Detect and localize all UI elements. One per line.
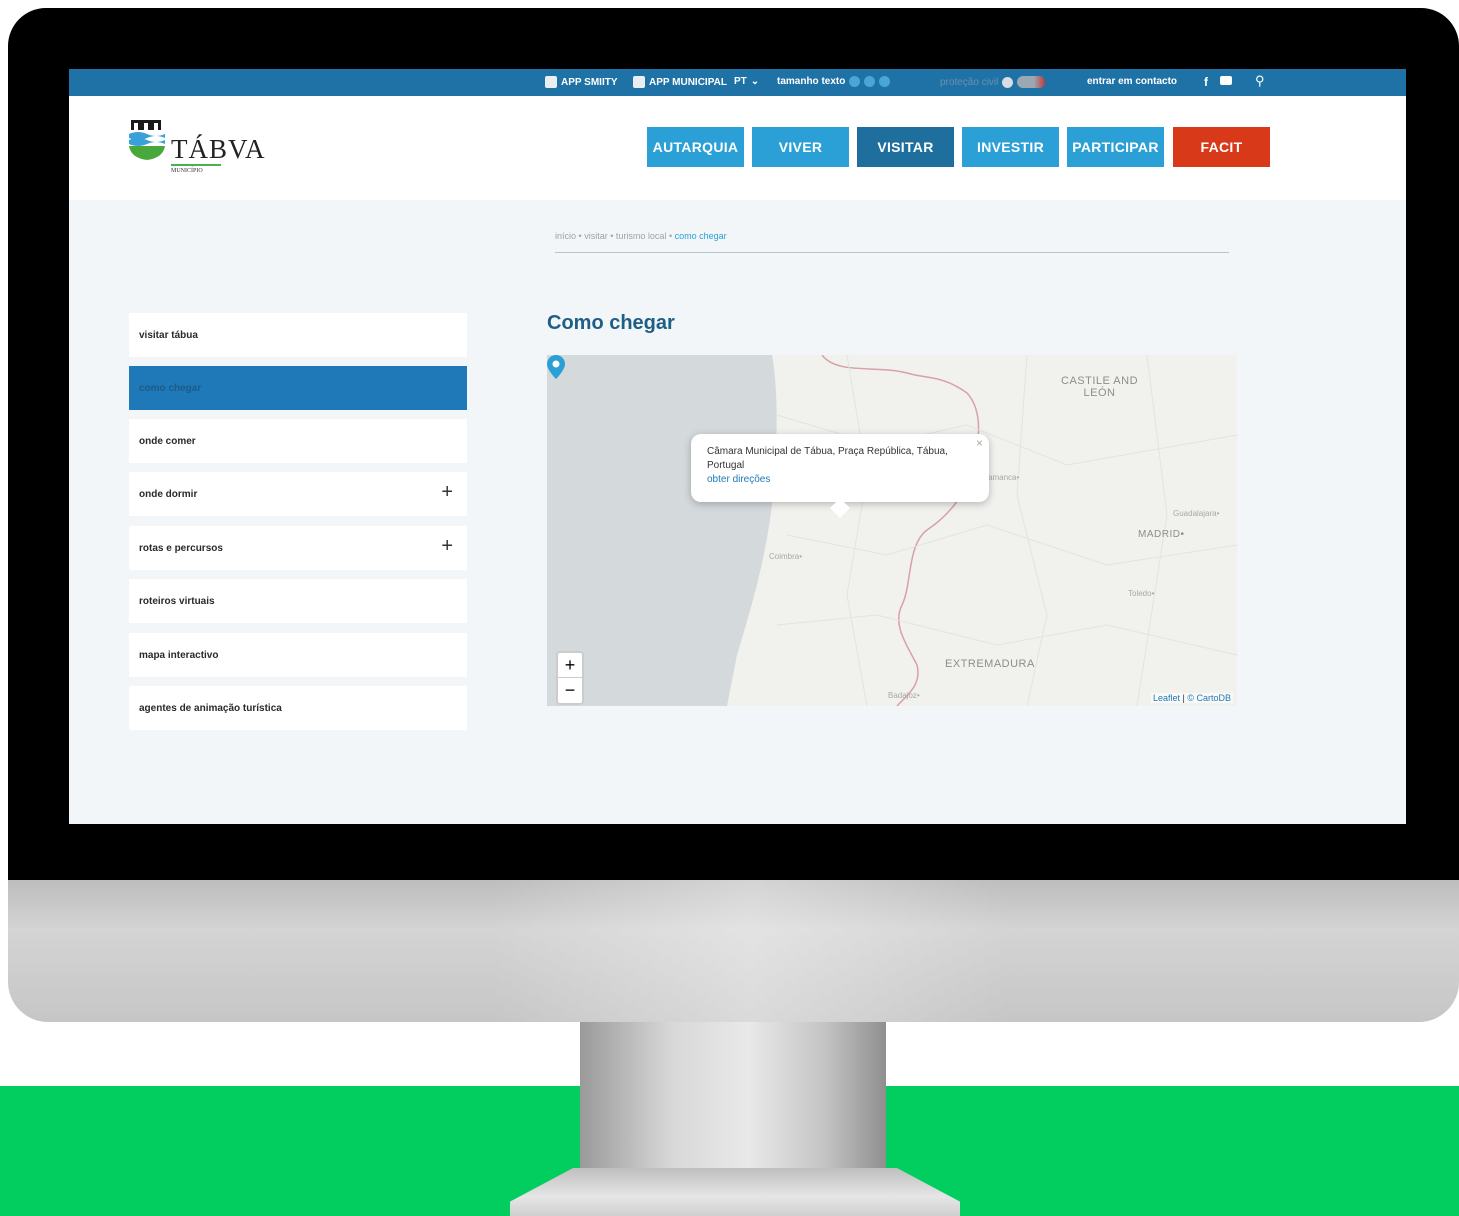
- chevron-down-icon: ⌄: [750, 76, 760, 87]
- directions-link[interactable]: obter direções: [707, 474, 770, 485]
- sidebar-item-roteiros-virtuais[interactable]: roteiros virtuais: [129, 579, 467, 623]
- sidebar-item-onde-dormir[interactable]: onde dormir +: [129, 472, 467, 516]
- text-size-control: tamanho texto: [777, 76, 891, 87]
- youtube-icon[interactable]: [1220, 76, 1232, 85]
- search-icon[interactable]: ⚲: [1255, 73, 1265, 89]
- sidebar-item-rotas-percursos[interactable]: rotas e percursos +: [129, 526, 467, 570]
- map-label-guadalajara: Guadalajara•: [1173, 509, 1220, 518]
- alert-icon: [1002, 76, 1014, 88]
- logo-divider: [171, 164, 221, 166]
- nav-participar[interactable]: PARTICIPAR: [1067, 127, 1164, 167]
- breadcrumb-divider: [555, 252, 1229, 253]
- breadcrumb: início • visitar • turismo local • como …: [555, 231, 727, 241]
- app-smiity-link[interactable]: APP SMIITY: [545, 76, 618, 88]
- app-municipal-link[interactable]: APP MUNICIPAL: [633, 76, 727, 88]
- map-label-extremadura: EXTREMADURA: [945, 658, 1035, 670]
- app-smiity-label: APP SMIITY: [561, 76, 618, 88]
- municipality-logo[interactable]: TÁBVA MUNICÍPIO: [129, 120, 265, 180]
- sidebar-item-visitar-tabua[interactable]: visitar tábua: [129, 313, 467, 357]
- monitor-stand-base: [510, 1168, 960, 1216]
- app-icon: [545, 76, 557, 88]
- sidebar-item-label: mapa interactivo: [139, 649, 219, 661]
- expand-icon[interactable]: +: [441, 481, 453, 504]
- sidebar-item-label: visitar tábua: [139, 329, 198, 341]
- breadcrumb-turismo[interactable]: turismo local: [616, 231, 667, 241]
- nav-viver[interactable]: VIVER: [752, 127, 849, 167]
- cartodb-link[interactable]: © CartoDB: [1187, 693, 1231, 703]
- site-header: TÁBVA MUNICÍPIO AUTARQUIA VIVER VISITAR …: [69, 96, 1406, 200]
- breadcrumb-separator: •: [610, 231, 614, 241]
- map-tiles: [547, 355, 1237, 706]
- sidebar-item-label: onde comer: [139, 435, 196, 447]
- sidebar-item-label: rotas e percursos: [139, 542, 223, 554]
- sidebar-item-onde-comer[interactable]: onde comer: [129, 419, 467, 463]
- map[interactable]: CASTILE AND LEÓN MADRID• EXTREMADURA ama…: [547, 355, 1237, 706]
- map-label-salamanca: amanca•: [988, 473, 1020, 482]
- nav-autarquia[interactable]: AUTARQUIA: [647, 127, 744, 167]
- close-icon[interactable]: ×: [976, 436, 983, 450]
- page-title: Como chegar: [547, 312, 675, 334]
- zoom-control: + −: [556, 651, 584, 705]
- sidebar-item-label: onde dormir: [139, 488, 198, 500]
- sidebar-item-label: agentes de animação turística: [139, 702, 282, 714]
- breadcrumb-current: como chegar: [674, 231, 727, 241]
- logo-subtitle: MUNICÍPIO: [171, 168, 203, 174]
- sidebar-item-agentes[interactable]: agentes de animação turística: [129, 686, 467, 730]
- map-label-coimbra: Coimbra•: [769, 552, 803, 561]
- weather-icon: [1017, 76, 1046, 88]
- text-increase-icon[interactable]: [849, 76, 861, 87]
- breadcrumb-home[interactable]: início: [555, 231, 576, 241]
- map-pin-icon[interactable]: [547, 355, 565, 379]
- breadcrumb-separator: •: [668, 231, 673, 241]
- map-label-toledo: Toledo•: [1128, 589, 1155, 598]
- map-label-castile: CASTILE AND LEÓN: [1061, 375, 1139, 399]
- nav-facit[interactable]: FACIT: [1173, 127, 1270, 167]
- utility-bar: APP SMIITY APP MUNICIPAL PT ⌄ tamanho te…: [69, 69, 1406, 96]
- civil-protection-link[interactable]: proteção civil: [940, 76, 1046, 88]
- map-popup: × Câmara Municipal de Tábua, Praça Repúb…: [691, 434, 989, 502]
- contact-link[interactable]: entrar em contacto: [1087, 76, 1177, 87]
- sidebar-item-label: como chegar: [139, 382, 202, 394]
- expand-icon[interactable]: +: [441, 535, 453, 558]
- screen: APP SMIITY APP MUNICIPAL PT ⌄ tamanho te…: [69, 69, 1406, 824]
- sidebar-item-label: roteiros virtuais: [139, 595, 215, 607]
- map-attribution: Leaflet | © CartoDB: [1150, 693, 1233, 703]
- nav-investir[interactable]: INVESTIR: [962, 127, 1059, 167]
- zoom-in-button[interactable]: +: [558, 653, 582, 678]
- sidebar-item-mapa-interactivo[interactable]: mapa interactivo: [129, 633, 467, 677]
- monitor-chin-shine: [490, 880, 1010, 1022]
- grid-icon: [633, 76, 645, 88]
- monitor-stand: [580, 1022, 886, 1172]
- facebook-icon[interactable]: f: [1204, 75, 1208, 89]
- language-select[interactable]: PT ⌄: [734, 76, 759, 87]
- zoom-out-button[interactable]: −: [558, 678, 582, 703]
- civil-protection-label: proteção civil: [940, 76, 999, 88]
- logo-wordmark: TÁBVA: [171, 134, 266, 164]
- breadcrumb-visitar[interactable]: visitar: [584, 231, 608, 241]
- coat-of-arms-icon: [129, 120, 165, 160]
- leaflet-link[interactable]: Leaflet: [1153, 693, 1180, 703]
- sidebar-item-como-chegar[interactable]: como chegar: [129, 366, 467, 410]
- popup-address: Câmara Municipal de Tábua, Praça Repúbli…: [707, 446, 948, 471]
- contact-label: entrar em contacto: [1087, 76, 1178, 87]
- breadcrumb-separator: •: [578, 231, 582, 241]
- text-decrease-icon[interactable]: [864, 76, 876, 87]
- text-reset-icon[interactable]: [879, 76, 891, 87]
- app-municipal-label: APP MUNICIPAL: [649, 76, 727, 88]
- map-label-badajoz: Badajoz•: [888, 691, 920, 700]
- nav-visitar[interactable]: VISITAR: [857, 127, 954, 167]
- text-size-label: tamanho texto: [777, 76, 846, 87]
- map-label-madrid: MADRID•: [1138, 529, 1185, 540]
- language-value: PT: [734, 76, 747, 87]
